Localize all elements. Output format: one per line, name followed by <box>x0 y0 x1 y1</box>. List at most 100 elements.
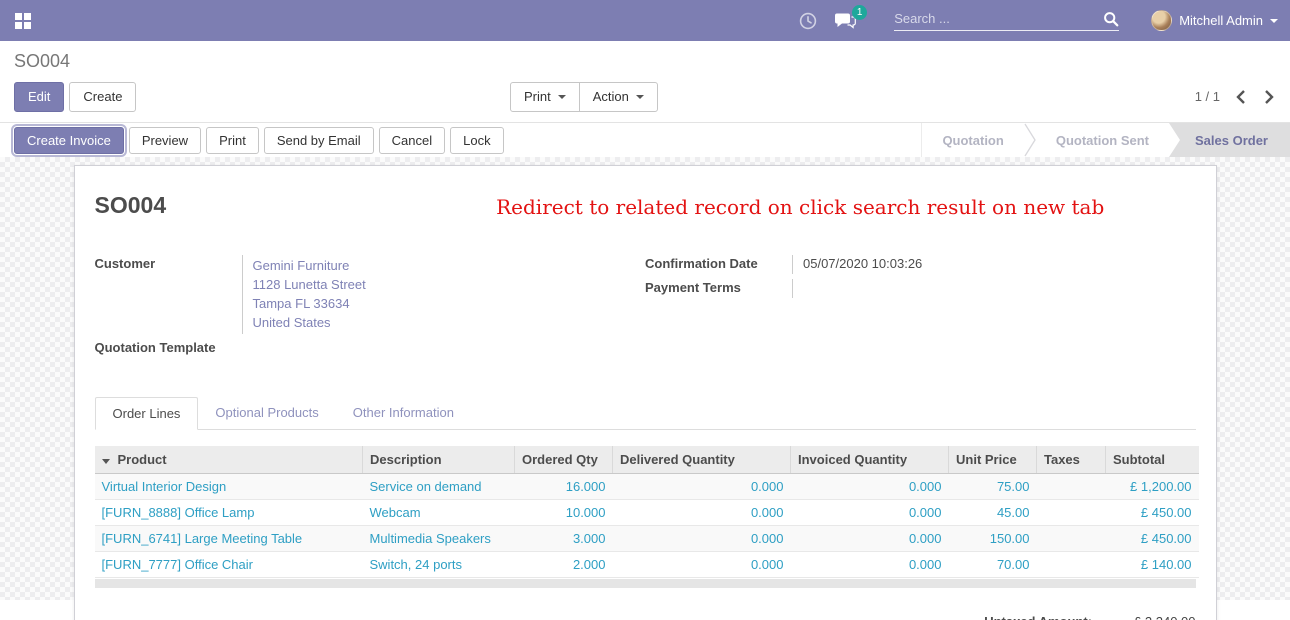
print-dropdown[interactable]: Print <box>510 82 580 112</box>
state-quotation-sent[interactable]: Quotation Sent <box>1036 123 1169 157</box>
product-cell: [FURN_6741] Large Meeting Table <box>95 526 363 552</box>
column-header-subtotal[interactable]: Subtotal <box>1106 446 1199 474</box>
lock-button[interactable]: Lock <box>450 127 503 154</box>
tab-other-information[interactable]: Other Information <box>336 397 471 429</box>
action-dropdown[interactable]: Action <box>579 82 658 112</box>
untaxed-amount-value: £ 2,240.00 <box>1134 614 1195 620</box>
delivered-qty-cell: 0.000 <box>613 552 791 578</box>
left-field-group: Customer Gemini Furniture 1128 Lunetta S… <box>95 255 646 363</box>
tab-optional-products[interactable]: Optional Products <box>198 397 335 429</box>
quotation-template-label: Quotation Template <box>95 339 242 358</box>
taxes-cell <box>1037 526 1106 552</box>
delivered-qty-cell: 0.000 <box>613 526 791 552</box>
user-menu[interactable]: Mitchell Admin <box>1151 10 1278 31</box>
chevron-down-icon <box>558 95 566 99</box>
invoiced-qty-cell: 0.000 <box>791 552 949 578</box>
customer-street: 1128 Lunetta Street <box>253 275 646 294</box>
delivered-qty-cell: 0.000 <box>613 500 791 526</box>
column-header-description[interactable]: Description <box>363 446 515 474</box>
confirmation-date-label: Confirmation Date <box>645 255 792 274</box>
tab-order-lines[interactable]: Order Lines <box>95 397 199 430</box>
delivered-qty-cell: 0.000 <box>613 474 791 500</box>
pager-previous-button[interactable] <box>1234 88 1248 106</box>
unit-price-cell: 70.00 <box>949 552 1037 578</box>
state-sales-order[interactable]: Sales Order <box>1169 123 1290 157</box>
ordered-qty-cell: 3.000 <box>515 526 613 552</box>
untaxed-amount-label: Untaxed Amount: <box>984 614 1092 620</box>
statusbar: Create Invoice Preview Print Send by Ema… <box>0 122 1290 157</box>
form-view-background: SO004 Redirect to related record on clic… <box>0 157 1290 600</box>
description-cell: Multimedia Speakers <box>363 526 515 552</box>
payment-terms-value <box>792 279 1196 298</box>
create-button[interactable]: Create <box>69 82 136 112</box>
invoiced-qty-cell: 0.000 <box>791 474 949 500</box>
breadcrumb[interactable]: SO004 <box>14 51 1276 72</box>
annotation-text: Redirect to related record on click sear… <box>496 195 1104 219</box>
column-header-taxes[interactable]: Taxes <box>1037 446 1106 474</box>
table-row[interactable]: Virtual Interior Design Service on deman… <box>95 474 1199 500</box>
column-header-invoiced-quantity[interactable]: Invoiced Quantity <box>791 446 949 474</box>
chevron-separator-icon <box>1024 123 1036 157</box>
statusbar-states: Quotation Quotation Sent Sales Order <box>921 123 1290 157</box>
apps-menu-icon[interactable] <box>10 8 36 34</box>
ordered-qty-cell: 2.000 <box>515 552 613 578</box>
user-avatar <box>1151 10 1172 31</box>
unit-price-cell: 150.00 <box>949 526 1037 552</box>
column-header-unit-price[interactable]: Unit Price <box>949 446 1037 474</box>
preview-button[interactable]: Preview <box>129 127 201 154</box>
column-header-delivered-quantity[interactable]: Delivered Quantity <box>613 446 791 474</box>
confirmation-date-value: 05/07/2020 10:03:26 <box>792 255 1196 274</box>
state-quotation[interactable]: Quotation <box>922 123 1023 157</box>
product-cell: [FURN_7777] Office Chair <box>95 552 363 578</box>
search-icon[interactable] <box>1103 11 1119 27</box>
table-header-row: Product Description Ordered Qty Delivere… <box>95 446 1199 474</box>
messages-icon[interactable]: 1 <box>835 12 856 30</box>
page-title: SO004 <box>95 192 167 219</box>
description-cell: Switch, 24 ports <box>363 552 515 578</box>
invoiced-qty-cell: 0.000 <box>791 526 949 552</box>
payment-terms-label: Payment Terms <box>645 279 792 298</box>
pager: 1 / 1 <box>1195 89 1220 104</box>
subtotal-cell: £ 450.00 <box>1106 500 1199 526</box>
right-field-group: Confirmation Date 05/07/2020 10:03:26 Pa… <box>645 255 1196 363</box>
print-dropdown-label: Print <box>524 89 551 104</box>
notebook-tabs: Order Lines Optional Products Other Info… <box>95 397 1196 430</box>
table-row[interactable]: [FURN_8888] Office Lamp Webcam 10.000 0.… <box>95 500 1199 526</box>
activities-clock-icon[interactable] <box>799 12 817 30</box>
description-cell: Webcam <box>363 500 515 526</box>
table-row[interactable]: [FURN_6741] Large Meeting Table Multimed… <box>95 526 1199 552</box>
search-input[interactable] <box>894 11 1103 26</box>
quotation-template-value <box>242 339 646 358</box>
description-cell: Service on demand <box>363 474 515 500</box>
ordered-qty-cell: 10.000 <box>515 500 613 526</box>
unit-price-cell: 75.00 <box>949 474 1037 500</box>
customer-city: Tampa FL 33634 <box>253 294 646 313</box>
customer-name[interactable]: Gemini Furniture <box>253 256 646 275</box>
taxes-cell <box>1037 552 1106 578</box>
taxes-cell <box>1037 500 1106 526</box>
send-by-email-button[interactable]: Send by Email <box>264 127 374 154</box>
ordered-qty-cell: 16.000 <box>515 474 613 500</box>
action-dropdown-label: Action <box>593 89 629 104</box>
customer-country: United States <box>253 313 646 332</box>
column-header-ordered-qty[interactable]: Ordered Qty <box>515 446 613 474</box>
column-header-product[interactable]: Product <box>95 446 363 474</box>
subtotal-cell: £ 450.00 <box>1106 526 1199 552</box>
subtotal-cell: £ 140.00 <box>1106 552 1199 578</box>
chevron-down-icon <box>1270 19 1278 23</box>
table-scrollbar[interactable] <box>95 579 1196 588</box>
chevron-down-icon <box>636 95 644 99</box>
customer-value[interactable]: Gemini Furniture 1128 Lunetta Street Tam… <box>242 255 646 334</box>
column-header-product-label: Product <box>118 452 167 467</box>
cancel-button[interactable]: Cancel <box>379 127 445 154</box>
create-invoice-button[interactable]: Create Invoice <box>14 127 124 154</box>
top-navbar: 1 Mitchell Admin <box>0 0 1290 41</box>
pager-next-button[interactable] <box>1262 88 1276 106</box>
sale-order-sheet: SO004 Redirect to related record on clic… <box>74 165 1217 620</box>
print-button[interactable]: Print <box>206 127 259 154</box>
subtotal-cell: £ 1,200.00 <box>1106 474 1199 500</box>
table-row[interactable]: [FURN_7777] Office Chair Switch, 24 port… <box>95 552 1199 578</box>
invoiced-qty-cell: 0.000 <box>791 500 949 526</box>
messages-badge: 1 <box>852 5 867 20</box>
edit-button[interactable]: Edit <box>14 82 64 112</box>
